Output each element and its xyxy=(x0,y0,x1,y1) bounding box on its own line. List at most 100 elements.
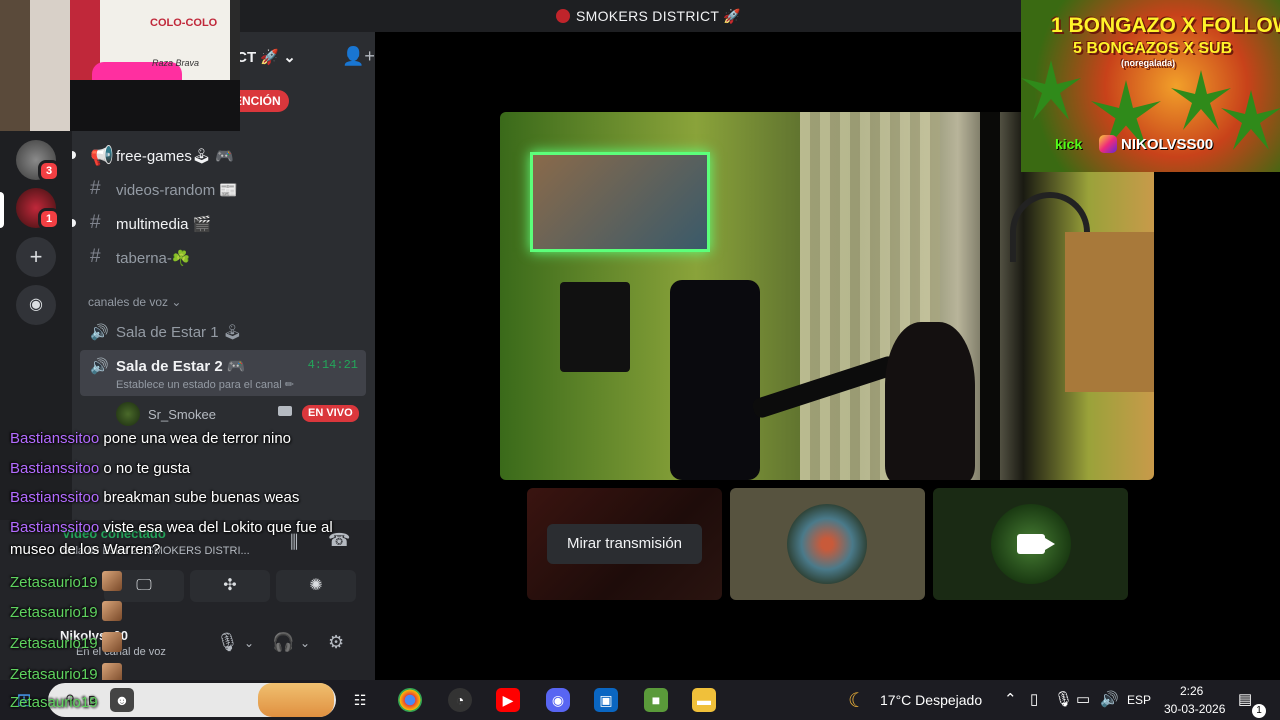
jersey-brand-text: Raza Brava xyxy=(152,58,200,68)
weather-widget[interactable]: 17°C Despejado xyxy=(880,692,982,708)
discord-icon[interactable]: ◉ xyxy=(546,688,570,712)
speaker-icon: 🔊 xyxy=(90,358,109,375)
led-frame-poster xyxy=(530,152,710,252)
voice-participant[interactable]: Sr_Smokee EN VIVO xyxy=(116,402,366,426)
chat-text: viste esa wea del Lokito que fue al xyxy=(103,519,333,536)
file-explorer-icon[interactable]: ▬ xyxy=(692,688,716,712)
server-name[interactable]: ICT 🚀 ⌄ xyxy=(232,48,296,66)
clock-date[interactable]: 30-03-2026 xyxy=(1164,702,1225,716)
social-handle: NIKOLVSS00 xyxy=(1121,136,1214,153)
chat-message: Zetasaurio19 xyxy=(10,694,98,711)
voice-category-header[interactable]: canales de voz ⌄ xyxy=(88,295,181,309)
discover-icon[interactable]: ◉ xyxy=(16,285,56,325)
hash-icon: # xyxy=(90,178,101,199)
promo-banner: 1 BONGAZO X FOLLOW 5 BONGAZOS X SUB (nor… xyxy=(1021,0,1280,172)
chat-username: Zetasaurio19 xyxy=(10,694,98,711)
announcement-icon: 📢 xyxy=(90,146,114,167)
server-icon[interactable]: 3 xyxy=(16,140,60,182)
channel-multimedia[interactable]: # multimedia 🎬 xyxy=(88,208,364,238)
language-indicator[interactable]: ESP xyxy=(1127,693,1151,707)
leaf-decoration xyxy=(1221,90,1280,150)
streamer-webcam: COLO-COLO Raza Brava xyxy=(0,0,240,131)
channel-taberna[interactable]: # taberna-☘️ xyxy=(88,242,364,272)
promo-line-2: 5 BONGAZOS X SUB xyxy=(1073,40,1233,57)
chat-message: Bastianssitoo breakman sube buenas weas xyxy=(10,489,299,506)
emote-icon xyxy=(101,571,122,591)
hanging-shirt xyxy=(560,282,630,372)
emote-icon xyxy=(101,601,122,621)
promo-line-1: 1 BONGAZO X FOLLOW xyxy=(1051,14,1280,37)
moon-icon: ☾ xyxy=(848,690,866,712)
search-highlight-image[interactable] xyxy=(258,683,334,717)
chat-text: museo de los Warren? xyxy=(10,541,161,558)
chrome-icon[interactable] xyxy=(398,688,422,712)
kick-logo: kick xyxy=(1055,136,1083,152)
window-title: SMOKERS DISTRICT 🚀 xyxy=(556,8,741,25)
chat-username: Zetasaurio19 xyxy=(10,604,98,621)
network-icon[interactable]: ▭ xyxy=(1076,690,1090,708)
chevron-down-icon[interactable]: ⌄ xyxy=(244,636,254,650)
chat-username: Bastianssitoo xyxy=(10,430,100,447)
cork-board xyxy=(1065,232,1154,392)
chat-text: o no te gusta xyxy=(103,460,191,477)
microphone-icon[interactable]: 🎙 xyxy=(1054,690,1073,708)
voice-channel-sala-2[interactable]: 🔊 Sala de Estar 2 🎮 4:14:21 Establece un… xyxy=(80,350,366,396)
channel-label: taberna-☘️ xyxy=(116,250,191,267)
live-badge: EN VIVO xyxy=(302,405,359,422)
voice-channel-sala-1[interactable]: 🔊 Sala de Estar 1 🕹 xyxy=(88,316,364,346)
leaf-decoration xyxy=(1171,70,1231,130)
minecraft-icon[interactable]: ■ xyxy=(644,688,668,712)
watch-stream-button[interactable]: Mirar transmisión xyxy=(547,524,702,564)
camera-icon xyxy=(1017,534,1055,554)
channel-label: multimedia 🎬 xyxy=(116,216,212,233)
selected-server-pill xyxy=(0,192,4,228)
chevron-up-icon[interactable]: ⌃ xyxy=(1004,690,1017,708)
store-icon[interactable]: ▣ xyxy=(594,688,618,712)
emote-icon xyxy=(101,632,122,652)
channel-label: videos-random 📰 xyxy=(116,182,239,199)
chevron-down-icon: ⌄ xyxy=(283,49,296,66)
avatar-icon: ☻ xyxy=(110,688,134,712)
chat-username: Bastianssitoo xyxy=(10,519,100,536)
chat-message: Zetasaurio19 xyxy=(10,571,122,591)
chat-message: Bastianssitoo viste esa wea del Lokito q… xyxy=(10,519,333,536)
invite-icon[interactable]: 👤+ xyxy=(342,46,375,67)
chevron-down-icon[interactable]: ⌄ xyxy=(300,636,310,650)
soundboard-button[interactable]: ✺ xyxy=(276,570,356,602)
chat-text: breakman sube buenas weas xyxy=(103,489,300,506)
settings-gear-icon[interactable]: ⚙ xyxy=(328,632,344,653)
activities-icon: ✣ xyxy=(223,577,237,594)
chat-message: Bastianssitoo o no te gusta xyxy=(10,460,190,477)
chat-message: Bastianssitoo pone una wea de terror nin… xyxy=(10,430,291,447)
clock-time[interactable]: 2:26 xyxy=(1180,684,1203,698)
jersey-logo-text: COLO-COLO xyxy=(150,17,218,29)
shadow xyxy=(70,80,240,131)
speaker-icon: 🔊 xyxy=(90,324,109,341)
leaf-decoration xyxy=(1021,60,1081,120)
obs-icon[interactable]: ◔ xyxy=(448,688,472,712)
task-view-icon[interactable]: ☷ xyxy=(348,688,372,712)
phone-link-icon[interactable]: ▯ xyxy=(1030,690,1038,708)
chat-username: Zetasaurio19 xyxy=(10,574,98,591)
mention-badge: 1 xyxy=(38,208,60,230)
promo-line-3: (noregalada) xyxy=(1121,58,1176,68)
chat-username: Bastianssitoo xyxy=(10,489,100,506)
channel-free-games[interactable]: 📢 free-games🕹 🎮 xyxy=(88,140,364,170)
chat-username: Bastianssitoo xyxy=(10,460,100,477)
participant-avatar xyxy=(787,504,867,584)
server-icon-smokers[interactable]: 1 xyxy=(16,188,60,230)
add-server-icon[interactable]: + xyxy=(16,237,56,277)
youtube-icon[interactable]: ▶ xyxy=(496,688,520,712)
activities-button[interactable]: ✣ xyxy=(190,570,270,602)
channel-videos-random[interactable]: # videos-random 📰 xyxy=(88,174,364,204)
channel-status[interactable]: Establece un estado para el canal ✏ xyxy=(116,378,294,391)
notification-icon[interactable]: ▤ xyxy=(1238,690,1252,708)
headphones-icon[interactable]: 🎧 xyxy=(272,632,294,653)
cat xyxy=(885,322,975,480)
chat-text: pone una wea de terror nino xyxy=(103,430,292,447)
volume-icon[interactable]: 🔊 xyxy=(1100,690,1119,708)
notification-count: 1 xyxy=(1252,704,1266,718)
instagram-icon xyxy=(1099,135,1117,153)
wooden-post xyxy=(980,112,1000,480)
microphone-icon[interactable]: 🎙 xyxy=(216,632,239,653)
